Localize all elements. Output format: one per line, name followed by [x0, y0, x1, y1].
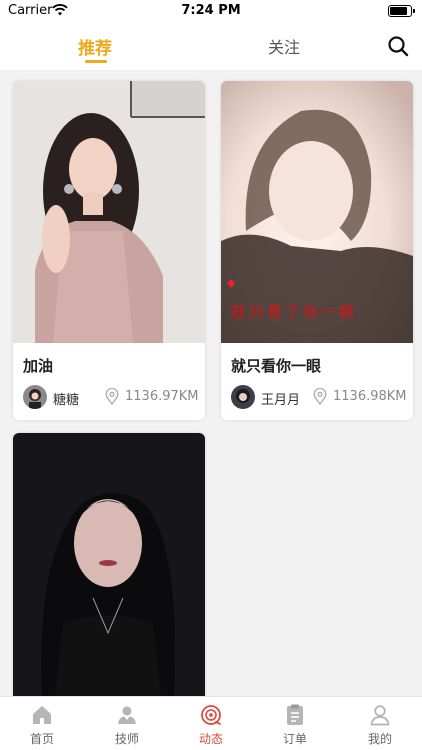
home-icon: [33, 706, 51, 724]
tab-technician-label: 技师: [114, 732, 139, 746]
post-card[interactable]: 就只看了你一眼 就只看你一眼 王月月 1136.98KM: [221, 81, 413, 420]
author-name[interactable]: 王月月: [261, 389, 300, 408]
post-meta: 王月月 1136.98KM: [231, 384, 407, 410]
post-thumbnail[interactable]: [13, 81, 205, 343]
location-icon: [105, 388, 119, 405]
avatar[interactable]: [23, 385, 47, 409]
post-card[interactable]: [13, 433, 205, 696]
tab-profile-label: 我的: [367, 732, 392, 746]
battery-icon: [388, 5, 415, 17]
tab-following[interactable]: 关注: [268, 34, 300, 58]
distance-label: 1136.97KM: [125, 389, 199, 404]
profile-icon: [370, 705, 390, 726]
tab-orders[interactable]: 订单: [265, 703, 325, 747]
post-title: 加油: [23, 357, 54, 375]
post-thumbnail[interactable]: 就只看了你一眼: [221, 81, 413, 343]
post-feed: 加油 糖糖 1136.97KM 就只看了你一眼 就只看你一眼 王月月 1136.…: [0, 70, 422, 696]
location-icon: [313, 388, 327, 405]
tab-moments[interactable]: 动态: [181, 703, 241, 747]
active-tab-indicator: [85, 60, 107, 63]
thumbnail-caption: 就只看了你一眼: [231, 303, 358, 321]
tab-technician[interactable]: 技师: [97, 703, 157, 747]
author-name[interactable]: 糖糖: [53, 389, 79, 408]
post-title: 就只看你一眼: [231, 357, 322, 375]
tab-profile[interactable]: 我的: [350, 703, 410, 747]
clock: 7:24 PM: [181, 3, 241, 18]
avatar[interactable]: [231, 385, 255, 409]
order-icon: [287, 704, 303, 725]
post-meta: 糖糖 1136.97KM: [23, 384, 199, 410]
technician-icon: [118, 706, 136, 724]
search-icon[interactable]: [386, 34, 410, 58]
distance-label: 1136.98KM: [333, 389, 407, 404]
post-thumbnail[interactable]: [13, 433, 205, 696]
post-card[interactable]: 加油 糖糖 1136.97KM: [13, 81, 205, 420]
tab-moments-label: 动态: [198, 732, 223, 746]
top-nav: 推荐 关注: [0, 22, 422, 70]
bottom-tab-bar: 首页 技师 动态 订单 我的: [0, 696, 422, 750]
tab-recommend[interactable]: 推荐: [78, 34, 112, 59]
tab-orders-label: 订单: [282, 732, 307, 746]
tab-home[interactable]: 首页: [12, 703, 72, 747]
tab-home-label: 首页: [29, 732, 54, 746]
moments-icon: [201, 705, 221, 725]
status-bar: Carrier 7:24 PM: [0, 0, 422, 22]
